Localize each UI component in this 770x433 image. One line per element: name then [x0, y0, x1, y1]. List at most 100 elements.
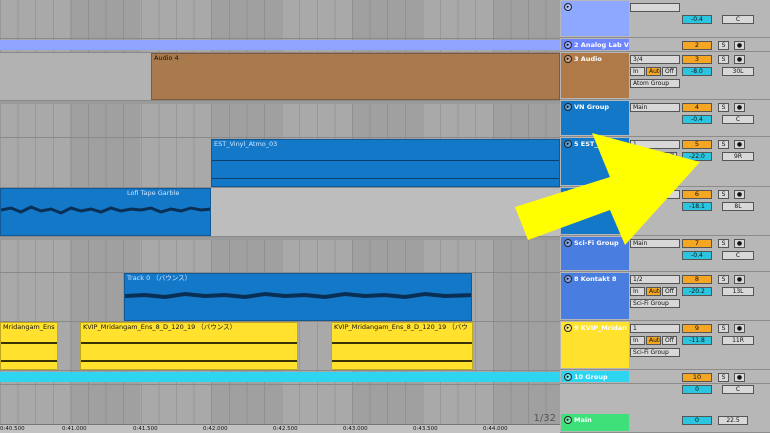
pan-field[interactable]: C	[722, 385, 754, 394]
solo-button[interactable]: S	[718, 190, 729, 199]
clip-lofi-tape-garble[interactable]: Lofi Tape Garble	[0, 188, 211, 236]
monitor-in-button[interactable]: In	[630, 67, 645, 76]
arm-button[interactable]: ●	[734, 275, 745, 284]
arm-button[interactable]: ●	[734, 324, 745, 333]
input-select[interactable]: 1/2	[630, 275, 680, 284]
clip-group-10-bar[interactable]	[0, 372, 560, 382]
fold-toggle-icon[interactable]: ▸	[564, 239, 572, 247]
fold-toggle-icon[interactable]: ▸	[564, 140, 572, 148]
track-header-6[interactable]: ▸ 6 Lofi VN Group 6 S ● -18.1 8L	[560, 187, 770, 236]
track-title-area[interactable]: ▸ 3 Audio	[561, 53, 629, 98]
track-header-8[interactable]: ▸8 Kontakt 8 1/2 InAutoOff Sci-Fi Group 8S ● -…	[560, 272, 770, 321]
monitor-in-button[interactable]: In	[630, 287, 645, 296]
input-select[interactable]: 1	[630, 324, 680, 333]
input-select[interactable]: 1	[630, 140, 680, 149]
input-select[interactable]: Main	[630, 239, 680, 248]
arm-button[interactable]: ●	[734, 55, 745, 64]
track-title-area[interactable]: ▸ 10 Group	[561, 371, 629, 382]
volume-field[interactable]: -18.1	[682, 202, 712, 211]
clip-mridangam-1[interactable]: Mridangam_Ens	[0, 322, 58, 370]
track-title-area[interactable]: ▸ Sci-Fi Group	[561, 237, 629, 270]
arm-button[interactable]: ●	[734, 373, 745, 382]
solo-button[interactable]: S	[718, 373, 729, 382]
pan-field[interactable]: C	[722, 251, 754, 260]
track-activator-button[interactable]: 10	[682, 373, 712, 382]
monitor-off-button[interactable]: Off	[662, 67, 677, 76]
monitor-in-button[interactable]: In	[630, 336, 645, 345]
arm-button[interactable]: ●	[734, 140, 745, 149]
pan-field[interactable]: 8L	[722, 202, 754, 211]
fold-toggle-icon[interactable]: ▸	[564, 103, 572, 111]
output-route-select[interactable]: Sci-Fi Group	[630, 299, 680, 308]
solo-button[interactable]: S	[718, 41, 729, 50]
track-header-5[interactable]: ▸5 EST_Vinyl_A 1 InAutoOff 5S ● -22.0 9R	[560, 137, 770, 187]
input-select[interactable]: VN Group	[630, 190, 680, 199]
volume-field[interactable]: 22.5	[718, 416, 748, 425]
fold-toggle-icon[interactable]: ▸	[564, 373, 572, 381]
fold-toggle-icon[interactable]: ▸	[564, 190, 572, 198]
fold-toggle-icon[interactable]: ▸	[564, 55, 572, 63]
clip-est-vinyl[interactable]: EST_Vinyl_Atmo_03	[211, 139, 560, 187]
track-header-11[interactable]: ▸Main0S●22.5	[560, 413, 770, 433]
track-activator-button[interactable]: 6	[682, 190, 712, 199]
monitor-off-button[interactable]: Off	[662, 152, 677, 161]
monitor-auto-button[interactable]: Auto	[646, 152, 661, 161]
track-activator-button[interactable]: 4	[682, 103, 712, 112]
input-select[interactable]	[630, 3, 680, 12]
track-activator-button[interactable]: 3	[682, 55, 712, 64]
solo-button[interactable]: S	[718, 140, 729, 149]
fold-toggle-icon[interactable]: ▸	[564, 416, 572, 424]
track-title-area[interactable]: ▸ 2 Analog Lab V	[561, 39, 629, 50]
time-ruler[interactable]: 0:40.500 0:41.000 0:41.500 0:42.000 0:42…	[0, 424, 560, 433]
track-activator-button[interactable]: 7	[682, 239, 712, 248]
solo-button[interactable]: S	[718, 324, 729, 333]
track-title-area[interactable]: ▸ 5 EST_Vinyl_A	[561, 138, 629, 185]
solo-button[interactable]: S	[718, 55, 729, 64]
arrangement-view[interactable]: Audio 4 EST_Vinyl_Atmo_03 Lofi Tape Garb…	[0, 0, 560, 433]
volume-field[interactable]: 0	[682, 385, 712, 394]
fold-toggle-icon[interactable]: ▸	[564, 324, 572, 332]
monitor-auto-button[interactable]: Auto	[646, 336, 661, 345]
monitor-off-button[interactable]: Off	[662, 336, 677, 345]
pan-field[interactable]: C	[722, 15, 754, 24]
solo-button[interactable]: S	[718, 103, 729, 112]
fold-toggle-icon[interactable]: ▸	[564, 41, 572, 49]
track-header-10[interactable]: ▸ 10 Group 10 S ● 0 C	[560, 370, 770, 394]
arm-button[interactable]: ●	[734, 190, 745, 199]
solo-button[interactable]: S	[718, 239, 729, 248]
track-title-area[interactable]: ▸ Main	[561, 414, 629, 431]
monitor-auto-button[interactable]: Auto	[646, 287, 661, 296]
track-activator-button[interactable]: 8	[682, 275, 712, 284]
track-header-1[interactable]: ▸ -0.4 C	[560, 0, 770, 38]
track-title-area[interactable]: ▸ VN Group	[561, 101, 629, 135]
monitor-in-button[interactable]: In	[630, 152, 645, 161]
input-select[interactable]: Main	[630, 103, 680, 112]
track-title-area[interactable]: ▸ 9 KVIP_Mridan	[561, 322, 629, 368]
pan-field[interactable]: C	[722, 115, 754, 124]
pan-field[interactable]: 30L	[722, 67, 754, 76]
track-header-9[interactable]: ▸9 KVIP_Mridan1 InAutoOff Sci-Fi Group 9S ● -…	[560, 321, 770, 370]
pan-field[interactable]: 9R	[722, 152, 754, 161]
pan-field[interactable]: 13L	[722, 287, 754, 296]
track-header-7[interactable]: ▸ Sci-Fi Group Main 7 S ● -0.4 C	[560, 236, 770, 272]
track-activator-button[interactable]: 9	[682, 324, 712, 333]
output-route-select[interactable]: Atom Group	[630, 79, 680, 88]
monitor-off-button[interactable]: Off	[662, 287, 677, 296]
arm-button[interactable]: ●	[734, 41, 745, 50]
volume-field[interactable]: -11.8	[682, 336, 712, 345]
track-activator-button[interactable]: 2	[682, 41, 712, 50]
clip-analog-lab-bar[interactable]	[0, 40, 560, 50]
input-select[interactable]: 3/4	[630, 55, 680, 64]
volume-field[interactable]: -0.4	[682, 251, 712, 260]
arm-button[interactable]: ●	[734, 103, 745, 112]
volume-field[interactable]: -20.2	[682, 287, 712, 296]
track-title-area[interactable]: ▸	[561, 1, 629, 36]
track-title-area[interactable]: ▸ 6 Lofi	[561, 188, 629, 234]
pan-field[interactable]: 11R	[722, 336, 754, 345]
solo-button[interactable]: S	[718, 275, 729, 284]
fold-toggle-icon[interactable]: ▸	[564, 3, 572, 11]
fold-toggle-icon[interactable]: ▸	[564, 275, 572, 283]
volume-field[interactable]: -22.0	[682, 152, 712, 161]
clip-audio-4[interactable]: Audio 4	[151, 53, 560, 100]
volume-field[interactable]: -8.0	[682, 67, 712, 76]
